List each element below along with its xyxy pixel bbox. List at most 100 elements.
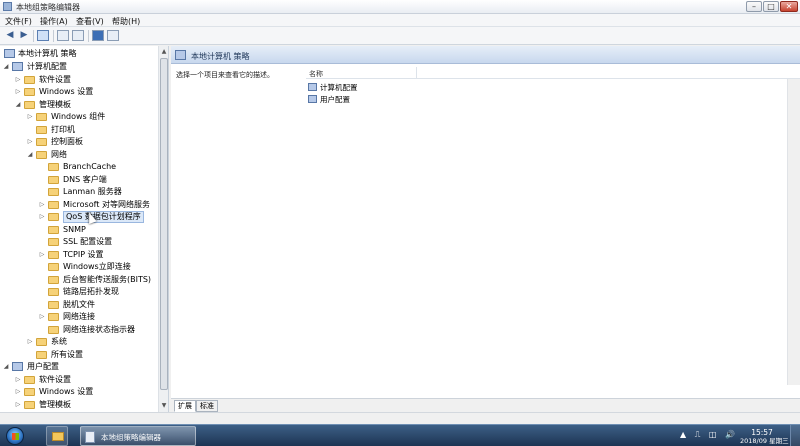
tree-item[interactable]: ◢ 计算机配置 <box>0 61 156 73</box>
tree-item-label: SNMP <box>63 224 86 234</box>
maximize-button[interactable]: □ <box>763 1 779 12</box>
expand-arrow-icon[interactable]: ▷ <box>38 249 46 261</box>
tree-item[interactable]: ▷ Windows 设置 <box>0 386 156 398</box>
tree-item[interactable]: ◢ 用户配置 <box>0 361 156 373</box>
collapse-arrow-icon[interactable]: ◢ <box>14 99 22 111</box>
folder-icon <box>48 188 59 196</box>
expand-arrow-icon[interactable]: ▷ <box>14 374 22 386</box>
tree-item[interactable]: ▷ 网络连接 <box>0 311 156 323</box>
export-list-icon[interactable] <box>72 30 84 41</box>
expand-arrow-icon[interactable]: ▷ <box>38 211 46 223</box>
folder-icon <box>48 300 59 309</box>
tree-item[interactable]: ▷ 控制面板 <box>0 136 156 148</box>
tree-item[interactable]: ▷ 软件设置 <box>0 374 156 386</box>
folder-icon <box>48 250 59 259</box>
forward-arrow-icon[interactable]: ▶ <box>18 30 30 41</box>
menu-file[interactable]: 文件(F) <box>5 16 32 27</box>
title-bar[interactable]: 本地组策略编辑器 – □ ✕ <box>0 0 800 14</box>
folder-icon <box>36 338 47 346</box>
tree-item[interactable]: 脱机文件 <box>0 299 156 311</box>
start-button[interactable] <box>6 427 24 445</box>
tree-item[interactable]: ◢ 网络 <box>0 149 156 161</box>
tree-item[interactable]: 链路层拓扑发现 <box>0 286 156 298</box>
tab-standard[interactable]: 标准 <box>196 400 218 412</box>
folder-icon <box>24 388 35 396</box>
toolbar-separator <box>88 30 89 42</box>
tree-item[interactable]: ▷ Windows 设置 <box>0 86 156 98</box>
tray-expand-icon[interactable]: ▲ <box>680 430 686 439</box>
taskbar-app-label: 本地组策略编辑器 <box>101 433 161 442</box>
tree-item[interactable]: ▷ QoS 数据包计划程序 <box>0 211 156 223</box>
properties-icon[interactable] <box>57 30 69 41</box>
tree-item-label: 软件设置 <box>39 374 71 384</box>
tree-item[interactable]: ▷ Microsoft 对等网络服务 <box>0 199 156 211</box>
tree-item[interactable]: ▷ 系统 <box>0 336 156 348</box>
expand-arrow-icon[interactable]: ▷ <box>14 386 22 398</box>
gpedit-app-icon <box>3 2 12 11</box>
clock[interactable]: 15:57 2018/09 星期三 <box>740 428 789 445</box>
expand-arrow-icon[interactable]: ▷ <box>26 336 34 348</box>
help-icon[interactable] <box>92 30 104 41</box>
volume-icon[interactable]: 🔊 <box>725 430 735 439</box>
expand-arrow-icon[interactable]: ▷ <box>14 74 22 86</box>
menu-help[interactable]: 帮助(H) <box>112 16 140 27</box>
tree-item[interactable]: Lanman 服务器 <box>0 186 156 198</box>
tree-item[interactable]: ▷ 软件设置 <box>0 74 156 86</box>
folder-icon <box>36 150 47 159</box>
column-divider[interactable] <box>416 67 417 79</box>
taskbar-gpedit-button[interactable]: 本地组策略编辑器 <box>80 426 196 446</box>
back-arrow-icon[interactable]: ◀ <box>4 30 16 41</box>
console-view-icon[interactable] <box>107 30 119 41</box>
details-scrollbar[interactable] <box>787 79 800 385</box>
tree-scroll-thumb[interactable] <box>160 58 168 390</box>
tree-scrollbar[interactable]: ▲ ▼ <box>158 46 168 412</box>
tree-item[interactable]: DNS 客户端 <box>0 174 156 186</box>
column-name-label: 名称 <box>309 70 323 78</box>
tree-item[interactable]: Windows立即连接 <box>0 261 156 273</box>
tree-item[interactable]: ◢ 管理模板 <box>0 99 156 111</box>
taskbar-explorer-button[interactable] <box>46 426 68 446</box>
tray-device-icon[interactable]: ⎍ <box>695 430 701 439</box>
expand-arrow-icon[interactable]: ▷ <box>26 111 34 123</box>
tree-root-label: 本地计算机 策略 <box>18 49 77 58</box>
tree-item-label: 网络连接状态指示器 <box>63 324 135 334</box>
column-header-name[interactable]: 名称 <box>306 67 800 79</box>
menu-view[interactable]: 查看(V) <box>76 16 104 27</box>
folder-icon <box>48 313 59 321</box>
close-button[interactable]: ✕ <box>780 1 798 12</box>
tree-item-label: 计算机配置 <box>27 62 67 71</box>
expand-arrow-icon[interactable]: ▷ <box>38 311 46 323</box>
tree-item[interactable]: 所有设置 <box>0 349 156 361</box>
expand-arrow-icon[interactable]: ▷ <box>14 399 22 411</box>
collapse-arrow-icon[interactable]: ◢ <box>2 361 10 373</box>
expand-arrow-icon[interactable]: ▷ <box>38 199 46 211</box>
tree-item[interactable]: ▷ Windows 组件 <box>0 111 156 123</box>
windows-logo-icon <box>12 433 19 440</box>
list-item-label: 计算机配置 <box>320 83 358 92</box>
tree-item[interactable]: 后台智能传送服务(BITS) <box>0 274 156 286</box>
computer-config-icon <box>12 62 23 71</box>
menu-action[interactable]: 操作(A) <box>40 16 68 27</box>
show-hide-tree-icon[interactable] <box>37 30 49 41</box>
scroll-down-icon[interactable]: ▼ <box>160 401 168 411</box>
tree-item[interactable]: SNMP <box>0 224 156 236</box>
tab-extended[interactable]: 扩展 <box>174 400 196 412</box>
expand-arrow-icon[interactable]: ▷ <box>14 86 22 98</box>
tree-item[interactable]: ▷ 管理模板 <box>0 399 156 411</box>
folder-icon <box>48 288 59 296</box>
window-title: 本地组策略编辑器 <box>16 3 80 12</box>
scroll-up-icon[interactable]: ▲ <box>160 47 168 57</box>
tree-item[interactable]: 网络连接状态指示器 <box>0 324 156 336</box>
collapse-arrow-icon[interactable]: ◢ <box>2 61 10 73</box>
tree-item[interactable]: ▷ TCPIP 设置 <box>0 249 156 261</box>
tree-root[interactable]: 本地计算机 策略 <box>2 48 158 60</box>
show-desktop-button[interactable] <box>790 425 800 446</box>
network-icon[interactable]: ◫ <box>709 430 717 439</box>
tree-item[interactable]: 打印机 <box>0 124 156 136</box>
tree-item[interactable]: BranchCache <box>0 161 156 173</box>
collapse-arrow-icon[interactable]: ◢ <box>26 149 34 161</box>
minimize-button[interactable]: – <box>746 1 762 12</box>
tree-item[interactable]: SSL 配置设置 <box>0 236 156 248</box>
toolbar-separator <box>53 30 54 42</box>
expand-arrow-icon[interactable]: ▷ <box>26 136 34 148</box>
